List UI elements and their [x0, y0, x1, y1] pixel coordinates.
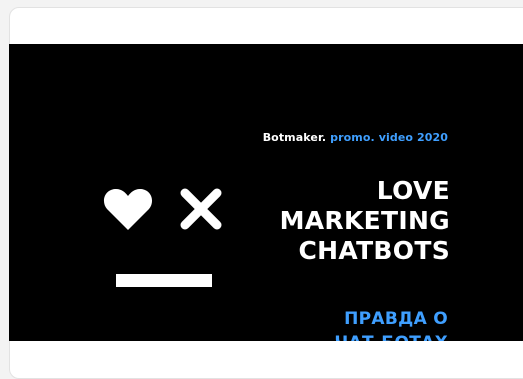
video-thumbnail[interactable]: Botmaker. promo. video 2020 LOVE MARKETI…: [9, 44, 523, 341]
headline-line-3: CHATBOTS: [298, 236, 450, 265]
subhead: ПРАВДА О ЧАТ-БОТАХ: [334, 307, 448, 341]
mouth-bar: [116, 274, 212, 287]
promo-caption: Botmaker. promo. video 2020: [263, 131, 448, 144]
headline: LOVE MARKETING CHATBOTS: [280, 176, 450, 266]
subhead-line-1: ПРАВДА О: [344, 309, 448, 329]
x-icon: [180, 188, 222, 230]
promo-subtitle: promo. video 2020: [326, 131, 448, 144]
headline-line-1: LOVE: [376, 176, 450, 205]
subhead-line-2: ЧАТ-БОТАХ: [334, 331, 448, 341]
headline-line-2: MARKETING: [279, 206, 450, 235]
promo-brand: Botmaker.: [262, 131, 327, 144]
heart-icon: [103, 188, 153, 230]
